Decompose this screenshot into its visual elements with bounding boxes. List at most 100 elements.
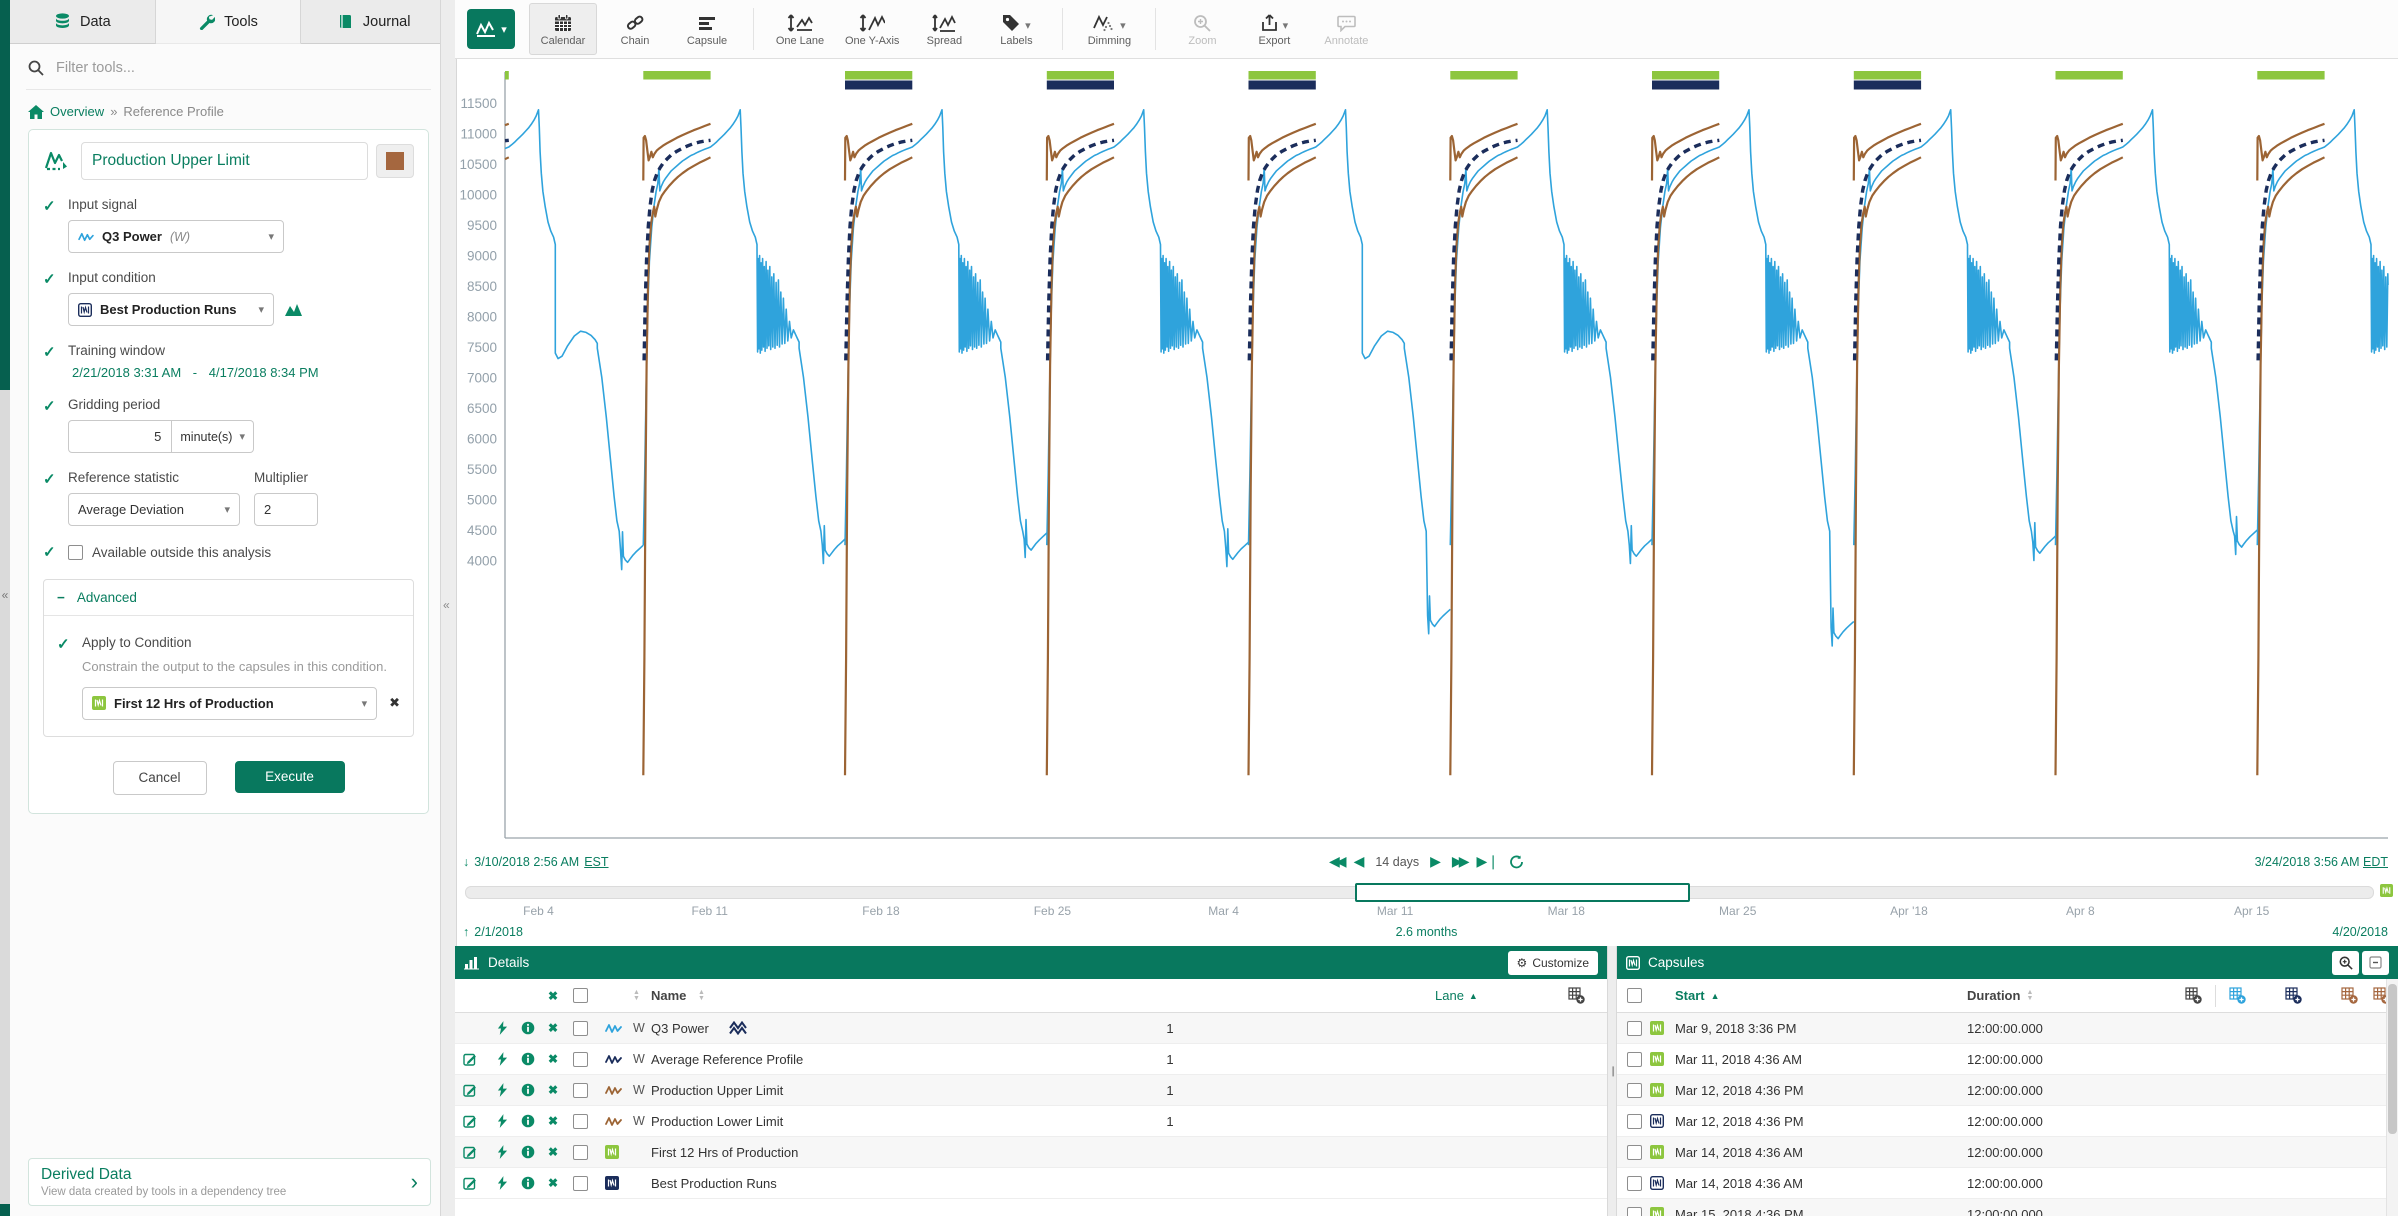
start-column-header[interactable]: Start▲ bbox=[1675, 979, 1720, 1012]
info-icon[interactable] bbox=[521, 1083, 535, 1097]
training-start-link[interactable]: 2/21/2018 3:31 AM bbox=[72, 365, 181, 380]
input-signal-select[interactable]: Q3 Power (W) ▾ bbox=[68, 220, 284, 253]
display-range-start[interactable]: ↓ 3/10/2018 2:56 AM EST bbox=[463, 855, 609, 869]
row-checkbox[interactable] bbox=[1627, 1176, 1642, 1191]
row-checkbox[interactable] bbox=[573, 1083, 588, 1098]
timeline-track[interactable] bbox=[465, 886, 2374, 899]
apply-condition-select[interactable]: First 12 Hrs of Production ▾ bbox=[82, 687, 377, 720]
one-lane-button[interactable]: One Lane bbox=[766, 3, 834, 55]
info-icon[interactable] bbox=[521, 1021, 535, 1035]
capsules-collapse-button[interactable] bbox=[2362, 951, 2389, 975]
remove-condition-icon[interactable]: ✖ bbox=[389, 695, 400, 711]
select-all-checkbox[interactable] bbox=[1627, 979, 1642, 1012]
row-checkbox[interactable] bbox=[573, 1021, 588, 1036]
row-checkbox[interactable] bbox=[1627, 1207, 1642, 1216]
chain-button[interactable]: Chain bbox=[601, 3, 669, 55]
step-forward-half-icon[interactable]: ▶ bbox=[1430, 853, 1441, 870]
step-forward-full-icon[interactable]: ▶▶ bbox=[1452, 853, 1466, 870]
row-checkbox[interactable] bbox=[1627, 1052, 1642, 1067]
tab-journal[interactable]: Journal bbox=[301, 0, 447, 44]
gridding-period-input[interactable]: 5 bbox=[68, 420, 172, 453]
capsules-zoom-button[interactable] bbox=[2332, 951, 2359, 975]
investigate-end[interactable]: 4/20/2018 bbox=[2332, 925, 2388, 939]
autoupdate-icon[interactable] bbox=[497, 1114, 508, 1128]
lane-column-header[interactable]: Lane▲ bbox=[1435, 979, 1478, 1012]
step-back-half-icon[interactable]: ◀ bbox=[1354, 853, 1365, 870]
capsule-row[interactable]: Mar 14, 2018 4:36 AM12:00:00.000 bbox=[1617, 1168, 2398, 1199]
capsule-row[interactable]: Mar 12, 2018 4:36 PM12:00:00.000 bbox=[1617, 1106, 2398, 1137]
autoupdate-icon[interactable] bbox=[497, 1021, 508, 1035]
remove-icon[interactable]: ✖ bbox=[548, 1176, 558, 1190]
sort-icon[interactable]: ▲▼ bbox=[698, 979, 705, 1012]
row-checkbox[interactable] bbox=[573, 1145, 588, 1160]
remove-icon[interactable]: ✖ bbox=[548, 1083, 558, 1097]
breadcrumb-overview-link[interactable]: Overview bbox=[50, 104, 104, 119]
edit-icon[interactable] bbox=[463, 1114, 477, 1128]
duration-column-header[interactable]: Duration▲▼ bbox=[1967, 979, 2033, 1012]
collapse-left-panel-icon[interactable]: « bbox=[0, 588, 10, 602]
step-to-end-icon[interactable]: ▶❘ bbox=[1476, 853, 1499, 870]
capsule-row[interactable]: Mar 12, 2018 4:36 PM12:00:00.000 bbox=[1617, 1075, 2398, 1106]
investigate-span[interactable]: 2.6 months bbox=[1396, 925, 1458, 939]
timezone-link[interactable]: EST bbox=[584, 855, 608, 869]
edit-icon[interactable] bbox=[463, 1083, 477, 1097]
autoupdate-icon[interactable] bbox=[497, 1052, 508, 1066]
remove-icon[interactable]: ✖ bbox=[548, 1114, 558, 1128]
tab-tools[interactable]: Tools bbox=[156, 0, 302, 44]
panel-splitter[interactable]: ❙❙ bbox=[1607, 946, 1617, 1216]
row-checkbox[interactable] bbox=[1627, 1021, 1642, 1036]
remove-icon[interactable]: ✖ bbox=[548, 1021, 558, 1035]
remove-all-icon[interactable]: ✖ bbox=[548, 979, 558, 1012]
info-icon[interactable] bbox=[521, 1052, 535, 1066]
one-y-axis-button[interactable]: One Y-Axis bbox=[838, 3, 906, 55]
spread-button[interactable]: Spread bbox=[910, 3, 978, 55]
training-end-link[interactable]: 4/17/2018 8:34 PM bbox=[209, 365, 319, 380]
multiplier-input[interactable]: 2 bbox=[254, 493, 318, 526]
details-row[interactable]: ✖WQ3 Power1 bbox=[455, 1013, 1607, 1044]
row-checkbox[interactable] bbox=[573, 1176, 588, 1191]
input-condition-select[interactable]: Best Production Runs ▾ bbox=[68, 293, 274, 326]
step-back-full-icon[interactable]: ◀◀ bbox=[1329, 853, 1343, 870]
row-checkbox[interactable] bbox=[573, 1114, 588, 1129]
reference-statistic-select[interactable]: Average Deviation ▾ bbox=[68, 493, 240, 526]
sort-icon[interactable]: ▲▼ bbox=[633, 979, 640, 1012]
capsule-row[interactable]: Mar 15, 2018 4:36 PM12:00:00.000 bbox=[1617, 1199, 2398, 1216]
available-outside-checkbox[interactable] bbox=[68, 545, 83, 560]
trend-chart[interactable]: 4000450050005500600065007000750080008500… bbox=[455, 58, 2398, 848]
execute-button[interactable]: Execute bbox=[235, 761, 345, 793]
info-icon[interactable] bbox=[521, 1176, 535, 1190]
timeline-capsule-icon[interactable] bbox=[2380, 884, 2393, 897]
capsule-row[interactable]: Mar 9, 2018 3:36 PM12:00:00.000 bbox=[1617, 1013, 2398, 1044]
capsule-button[interactable]: Capsule bbox=[673, 3, 741, 55]
export-button[interactable]: ▾ Export bbox=[1240, 3, 1308, 55]
row-checkbox[interactable] bbox=[573, 1052, 588, 1067]
home-icon[interactable] bbox=[28, 105, 44, 119]
select-all-checkbox[interactable] bbox=[573, 979, 588, 1012]
add-stat-upper-limit-icon[interactable] bbox=[2341, 979, 2358, 1012]
capsule-row[interactable]: Mar 11, 2018 4:36 AM12:00:00.000 bbox=[1617, 1044, 2398, 1075]
autoupdate-icon[interactable] bbox=[497, 1083, 508, 1097]
capsule-row[interactable]: Mar 14, 2018 4:36 AM12:00:00.000 bbox=[1617, 1137, 2398, 1168]
details-row[interactable]: ✖WProduction Lower Limit1 bbox=[455, 1106, 1607, 1137]
derived-data-footer[interactable]: Derived Data View data created by tools … bbox=[28, 1158, 431, 1206]
details-row[interactable]: ✖First 12 Hrs of Production bbox=[455, 1137, 1607, 1168]
gridding-unit-select[interactable]: minute(s) ▾ bbox=[172, 420, 254, 453]
info-icon[interactable] bbox=[521, 1114, 535, 1128]
scrollbar-thumb[interactable] bbox=[2388, 984, 2397, 1134]
customize-button[interactable]: ⚙ Customize bbox=[1508, 951, 1598, 975]
autoupdate-icon[interactable] bbox=[497, 1145, 508, 1159]
advanced-toggle[interactable]: − Advanced bbox=[44, 580, 413, 616]
remove-icon[interactable]: ✖ bbox=[548, 1145, 558, 1159]
remove-icon[interactable]: ✖ bbox=[548, 1052, 558, 1066]
add-column-icon[interactable] bbox=[1568, 979, 1585, 1012]
details-row[interactable]: ✖Best Production Runs bbox=[455, 1168, 1607, 1199]
display-range-end[interactable]: 3/24/2018 3:56 AM EDT bbox=[2255, 855, 2388, 869]
name-column-header[interactable]: Name bbox=[651, 979, 686, 1012]
details-row[interactable]: ✖WAverage Reference Profile1 bbox=[455, 1044, 1607, 1075]
details-row[interactable]: ✖WProduction Upper Limit1 bbox=[455, 1075, 1607, 1106]
view-condition-chart-icon[interactable] bbox=[284, 302, 303, 317]
tab-data[interactable]: Data bbox=[10, 0, 156, 44]
add-stat-q3-power-icon[interactable] bbox=[2229, 979, 2246, 1012]
labels-button[interactable]: ▾ Labels bbox=[982, 3, 1050, 55]
timeline-selected-window[interactable] bbox=[1355, 883, 1691, 902]
